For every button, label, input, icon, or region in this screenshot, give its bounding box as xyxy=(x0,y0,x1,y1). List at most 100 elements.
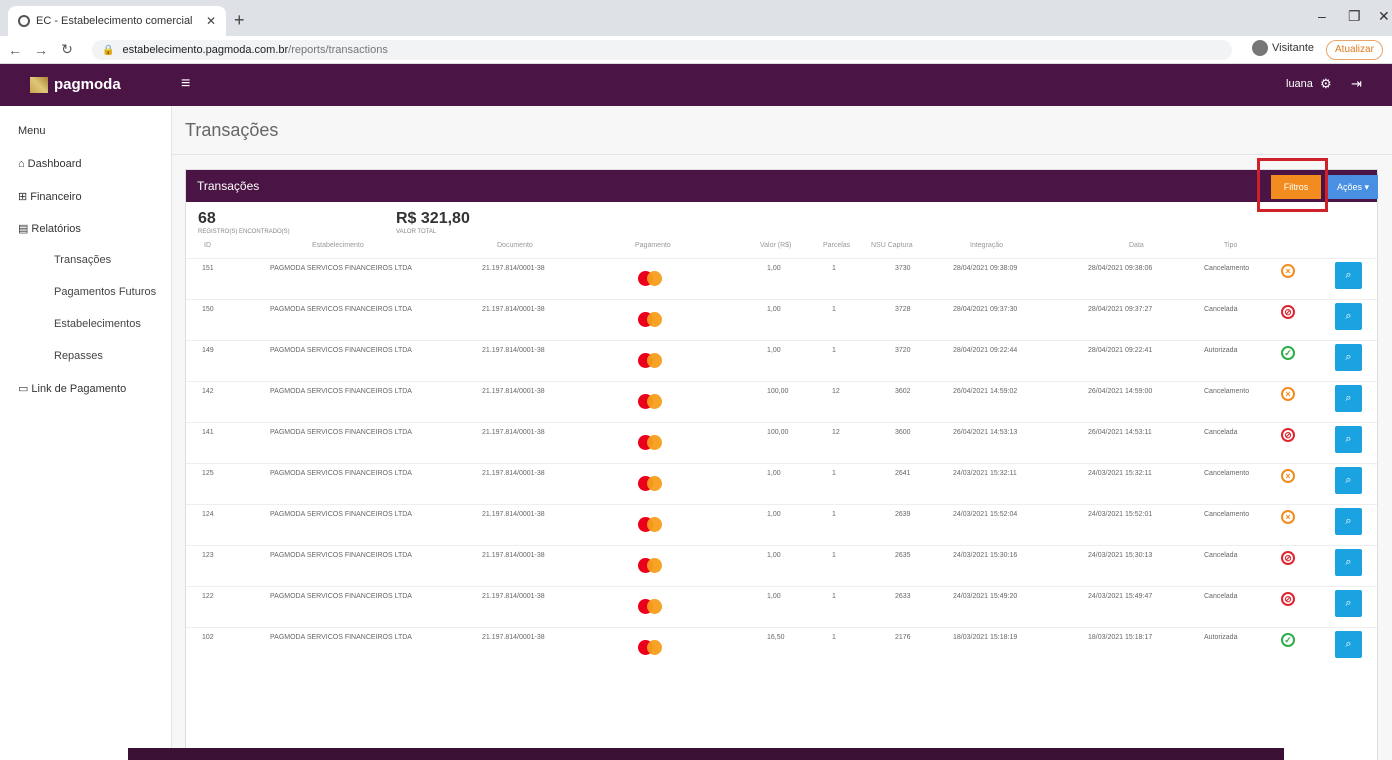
update-button[interactable]: Atualizar xyxy=(1326,40,1383,60)
cell-doc: 21.197.814/0001-38 xyxy=(482,347,545,354)
view-details-button[interactable]: ⌕ xyxy=(1335,549,1362,576)
col-header-id: ID xyxy=(204,242,211,249)
profile-button[interactable]: Visitante xyxy=(1252,40,1314,56)
cell-tipo: Cancelamento xyxy=(1204,388,1250,395)
sidebar-item-relatorios[interactable]: ▤ Relatórios xyxy=(18,222,81,236)
address-bar: ← → ↻ 🔒 estabelecimento.pagmoda.com.br /… xyxy=(0,36,1392,64)
view-details-button[interactable]: ⌕ xyxy=(1335,631,1362,658)
table-row: 124 PAGMODA SERVICOS FINANCEIROS LTDA 21.1… xyxy=(186,504,1377,545)
cell-data: 18/03/2021 15:18:17 xyxy=(1088,634,1153,641)
cell-est: PAGMODA SERVICOS FINANCEIROS LTDA xyxy=(270,347,412,354)
gear-icon[interactable]: ⚙ xyxy=(1320,76,1332,92)
cell-id: 151 xyxy=(202,265,214,272)
records-count: 68 xyxy=(198,210,216,227)
sidebar-subitem-transacoes[interactable]: Transações xyxy=(54,254,111,266)
status-red-icon: ⊘ xyxy=(1281,551,1295,565)
cell-nsu: 2176 xyxy=(895,634,911,641)
user-name[interactable]: luana xyxy=(1286,78,1313,90)
cell-valor: 1,00 xyxy=(767,552,781,559)
sidebar-item-financeiro[interactable]: ⊞ Financeiro xyxy=(18,190,82,204)
url-field[interactable]: 🔒 estabelecimento.pagmoda.com.br /report… xyxy=(92,40,1232,60)
sidebar-item-link-pagamento[interactable]: ▭ Link de Pagamento xyxy=(18,382,126,396)
cell-est: PAGMODA SERVICOS FINANCEIROS LTDA xyxy=(270,634,412,641)
status-orange-icon: × xyxy=(1281,469,1295,483)
cell-nsu: 2639 xyxy=(895,511,911,518)
view-details-button[interactable]: ⌕ xyxy=(1335,303,1362,330)
col-header-nsu: NSU Captura xyxy=(871,242,913,249)
url-host: estabelecimento.pagmoda.com.br xyxy=(122,44,289,56)
maximize-icon[interactable]: ❐ xyxy=(1348,8,1361,25)
view-details-button[interactable]: ⌕ xyxy=(1335,344,1362,371)
mastercard-icon xyxy=(638,517,662,533)
view-details-button[interactable]: ⌕ xyxy=(1335,590,1362,617)
status-orange-icon: × xyxy=(1281,510,1295,524)
table-row: 150 PAGMODA SERVICOS FINANCEIROS LTDA 21.1… xyxy=(186,299,1377,340)
cell-est: PAGMODA SERVICOS FINANCEIROS LTDA xyxy=(270,388,412,395)
view-details-button[interactable]: ⌕ xyxy=(1335,426,1362,453)
window-close-icon[interactable]: ✕ xyxy=(1378,8,1390,25)
cell-id: 149 xyxy=(202,347,214,354)
cell-data: 26/04/2021 14:59:00 xyxy=(1088,388,1153,395)
cell-tipo: Autorizada xyxy=(1204,634,1238,641)
sidebar-item-label: Relatórios xyxy=(31,222,81,235)
cell-doc: 21.197.814/0001-38 xyxy=(482,429,545,436)
sidebar: Menu ⌂ Dashboard ⊞ Financeiro ▤ Relatóri… xyxy=(0,106,172,760)
minimize-icon[interactable]: – xyxy=(1318,8,1326,24)
logo[interactable]: pagmoda xyxy=(30,76,121,93)
cell-parcelas: 12 xyxy=(832,388,840,395)
cell-nsu: 2633 xyxy=(895,593,911,600)
back-icon[interactable]: ← xyxy=(4,42,26,58)
menu-toggle-icon[interactable]: ≡ xyxy=(181,75,190,93)
forward-icon[interactable]: → xyxy=(30,42,52,58)
sidebar-subitem-estabelecimentos[interactable]: Estabelecimentos xyxy=(54,318,141,330)
view-details-button[interactable]: ⌕ xyxy=(1335,467,1362,494)
view-details-button[interactable]: ⌕ xyxy=(1335,385,1362,412)
cell-id: 122 xyxy=(202,593,214,600)
cell-valor: 100,00 xyxy=(767,429,789,436)
status-green-icon: ✓ xyxy=(1281,633,1295,647)
actions-dropdown-button[interactable]: Ações ▾ xyxy=(1328,175,1378,199)
cell-integracao: 28/04/2021 09:38:09 xyxy=(953,265,1018,272)
cell-est: PAGMODA SERVICOS FINANCEIROS LTDA xyxy=(270,470,412,477)
cell-id: 142 xyxy=(202,388,214,395)
cell-parcelas: 12 xyxy=(832,429,840,436)
table-row: 125 PAGMODA SERVICOS FINANCEIROS LTDA 21.1… xyxy=(186,463,1377,504)
cell-nsu: 3720 xyxy=(895,347,911,354)
browser-tab[interactable]: EC - Estabelecimento comercial ✕ xyxy=(8,6,226,36)
cell-id: 125 xyxy=(202,470,214,477)
cell-id: 123 xyxy=(202,552,214,559)
app-header: pagmoda ≡ luana ⚙ ⇥ xyxy=(0,64,1392,106)
sidebar-subitem-repasses[interactable]: Repasses xyxy=(54,350,103,362)
reload-icon[interactable]: ↻ xyxy=(56,41,78,58)
sidebar-item-dashboard[interactable]: ⌂ Dashboard xyxy=(18,158,81,170)
globe-icon xyxy=(18,15,30,27)
logo-text: pagmoda xyxy=(54,76,121,93)
logout-icon[interactable]: ⇥ xyxy=(1351,76,1362,92)
cell-integracao: 24/03/2021 15:52:04 xyxy=(953,511,1018,518)
view-details-button[interactable]: ⌕ xyxy=(1335,508,1362,535)
view-details-button[interactable]: ⌕ xyxy=(1335,262,1362,289)
cell-valor: 1,00 xyxy=(767,347,781,354)
cell-id: 141 xyxy=(202,429,214,436)
cell-doc: 21.197.814/0001-38 xyxy=(482,552,545,559)
cell-est: PAGMODA SERVICOS FINANCEIROS LTDA xyxy=(270,429,412,436)
cell-nsu: 2635 xyxy=(895,552,911,559)
sidebar-subitem-pagamentos-futuros[interactable]: Pagamentos Futuros xyxy=(54,286,156,298)
cell-tipo: Cancelada xyxy=(1204,593,1238,600)
new-tab-icon[interactable]: + xyxy=(234,10,245,31)
cell-parcelas: 1 xyxy=(832,511,836,518)
mastercard-icon xyxy=(638,353,662,369)
cell-valor: 1,00 xyxy=(767,593,781,600)
status-orange-icon: × xyxy=(1281,387,1295,401)
cell-parcelas: 1 xyxy=(832,634,836,641)
table-row: 123 PAGMODA SERVICOS FINANCEIROS LTDA 21.1… xyxy=(186,545,1377,586)
cell-nsu: 3730 xyxy=(895,265,911,272)
cell-parcelas: 1 xyxy=(832,306,836,313)
close-icon[interactable]: ✕ xyxy=(206,14,216,28)
panel-header: Transações Filtros Ações ▾ xyxy=(186,170,1378,202)
cell-integracao: 26/04/2021 14:53:13 xyxy=(953,429,1018,436)
records-stat: 68 REGISTRO(S) ENCONTRADO(S) xyxy=(198,210,290,235)
tab-title: EC - Estabelecimento comercial xyxy=(36,15,193,27)
cell-id: 150 xyxy=(202,306,214,313)
lock-icon: 🔒 xyxy=(102,44,115,56)
